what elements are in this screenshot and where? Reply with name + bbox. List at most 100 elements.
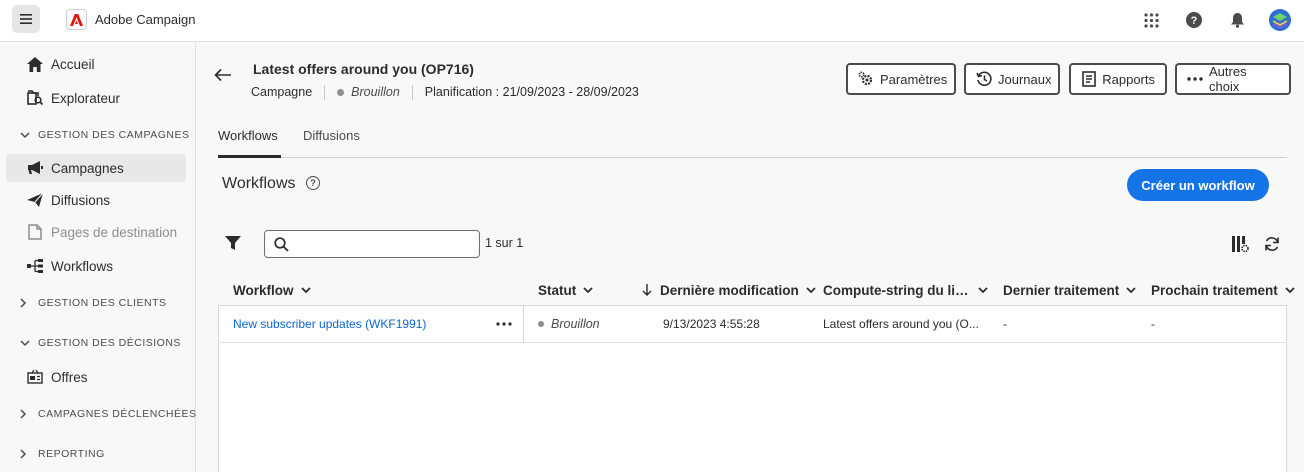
create-workflow-button[interactable]: Créer un workflow	[1127, 169, 1269, 201]
gear-icon	[858, 71, 874, 87]
sidebar-item-home[interactable]: Accueil	[6, 50, 186, 78]
result-count: 1 sur 1	[485, 236, 524, 250]
settings-button[interactable]: Paramètres	[846, 63, 956, 95]
column-header-last-run[interactable]: Dernier traitement	[1003, 281, 1136, 299]
search-icon	[274, 237, 289, 252]
adobe-logo[interactable]	[66, 9, 87, 30]
chevron-down-icon	[583, 285, 593, 295]
filter-button[interactable]	[225, 235, 241, 251]
chevron-down-icon	[806, 285, 816, 295]
more-icon	[496, 322, 512, 326]
sidebar-item-label: Diffusions	[51, 192, 111, 208]
column-header-label: Workflow	[233, 282, 294, 298]
chevron-down-icon	[1126, 285, 1136, 295]
sidebar-item-explorer[interactable]: Explorateur	[6, 84, 186, 112]
column-header-workflow[interactable]: Workflow	[233, 281, 311, 299]
more-icon	[1187, 71, 1203, 87]
logs-button[interactable]: Journaux	[964, 63, 1060, 95]
section-title: Workflows	[222, 175, 296, 192]
button-label: Paramètres	[880, 71, 948, 87]
column-header-status[interactable]: Statut	[538, 281, 593, 299]
workflow-link[interactable]: New subscriber updates (WKF1991)	[233, 317, 426, 331]
tab-deliveries[interactable]: Diffusions	[303, 128, 360, 143]
section-client-management[interactable]: GESTION DES CLIENTS	[20, 295, 167, 311]
tab-workflows[interactable]: Workflows	[218, 128, 278, 143]
divider	[411, 84, 413, 100]
help-button[interactable]: ?	[1183, 9, 1205, 31]
sidebar-item-offers[interactable]: Offres	[6, 363, 186, 391]
search-input[interactable]	[295, 234, 475, 254]
bell-icon	[1230, 13, 1244, 28]
chevron-down-icon	[978, 285, 988, 295]
section-campaign-management[interactable]: GESTION DES CAMPAGNES	[20, 127, 190, 143]
search-field[interactable]	[264, 230, 480, 258]
column-header-compute-string[interactable]: Compute-string du lien...	[823, 281, 988, 299]
button-label: Journaux	[998, 71, 1052, 87]
page-title: Latest offers around you (OP716)	[253, 61, 474, 77]
help-icon[interactable]: ?	[306, 176, 320, 190]
section-triggered-campaigns[interactable]: CAMPAGNES DÉCLENCHÉES	[20, 406, 197, 422]
history-icon	[976, 71, 992, 87]
notifications-button[interactable]	[1226, 9, 1248, 31]
status-dot	[337, 88, 345, 96]
column-header-label: Compute-string du lien...	[823, 282, 971, 298]
status-cell: Brouillon	[538, 317, 600, 331]
column-settings-button[interactable]	[1231, 235, 1249, 253]
button-label: Rapports	[1102, 71, 1155, 87]
page-icon	[26, 223, 44, 241]
sort-desc-icon	[642, 284, 652, 296]
back-button[interactable]	[214, 68, 234, 88]
send-icon	[26, 191, 44, 209]
section-label: GESTION DES CAMPAGNES	[38, 129, 190, 141]
app-name: Adobe Campaign	[95, 12, 196, 27]
chevron-right-icon	[20, 449, 32, 459]
section-decision-management[interactable]: GESTION DES DÉCISIONS	[20, 335, 181, 351]
sidebar-item-workflows[interactable]: Workflows	[6, 252, 186, 280]
sidebar-item-deliveries[interactable]: Diffusions	[6, 186, 186, 214]
menu-icon	[20, 14, 32, 24]
column-header-label: Dernier traitement	[1003, 282, 1120, 298]
offers-icon	[26, 368, 44, 386]
row-actions-button[interactable]	[496, 316, 512, 328]
status-badge: Brouillon	[351, 85, 400, 99]
schedule-text: Planification : 21/09/2023 - 28/09/2023	[424, 85, 639, 99]
campaign-type: Campagne	[251, 85, 313, 99]
section-label: CAMPAGNES DÉCLENCHÉES	[38, 408, 197, 420]
column-settings-icon	[1231, 236, 1249, 252]
section-label: REPORTING	[38, 448, 105, 460]
tabs-divider	[218, 157, 1287, 158]
svg-text:?: ?	[1191, 15, 1198, 27]
report-icon	[1081, 71, 1096, 87]
sidebar-item-label: Campagnes	[51, 160, 124, 176]
next-run-cell: -	[1151, 317, 1155, 331]
column-header-label: Dernière modification	[660, 282, 799, 298]
sidebar-item-landing-pages[interactable]: Pages de destination	[6, 218, 186, 246]
refresh-button[interactable]	[1263, 235, 1281, 253]
chevron-right-icon	[20, 298, 32, 308]
column-header-modified[interactable]: Dernière modification	[642, 281, 816, 299]
divider	[324, 84, 326, 100]
status-dot	[538, 321, 544, 327]
chevron-down-icon	[300, 285, 311, 295]
section-label: GESTION DES CLIENTS	[38, 297, 167, 309]
workflow-icon	[26, 257, 44, 275]
column-header-label: Prochain traitement	[1151, 282, 1278, 298]
active-tab-indicator	[218, 155, 281, 158]
sidebar-item-label: Offres	[51, 369, 88, 385]
more-options-button[interactable]: Autres choix	[1175, 63, 1291, 95]
last-run-cell: -	[1003, 317, 1007, 331]
column-header-next-run[interactable]: Prochain traitement	[1151, 281, 1295, 299]
help-icon: ?	[1186, 12, 1202, 28]
reports-button[interactable]: Rapports	[1069, 63, 1167, 95]
adobe-logo-icon	[70, 13, 83, 26]
chevron-right-icon	[20, 409, 32, 419]
apps-grid-icon	[1143, 12, 1159, 28]
status-badge: Brouillon	[551, 317, 600, 331]
user-avatar[interactable]	[1269, 9, 1291, 31]
apps-grid-button[interactable]	[1140, 9, 1162, 31]
arrow-left-icon	[214, 68, 231, 82]
section-reporting[interactable]: REPORTING	[20, 446, 105, 462]
sidebar-item-label: Accueil	[51, 56, 95, 72]
sidebar-item-campaigns[interactable]: Campagnes	[6, 154, 186, 182]
hamburger-menu-button[interactable]	[12, 5, 40, 33]
